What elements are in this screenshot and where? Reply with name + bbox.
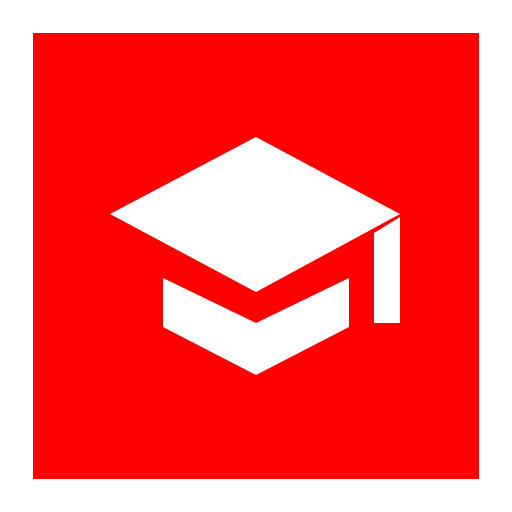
cap-base <box>163 278 349 375</box>
cap-board <box>110 137 400 292</box>
cap-tassel <box>374 217 400 323</box>
app-icon-canvas <box>0 0 512 512</box>
graduation-cap-icon <box>110 137 400 375</box>
